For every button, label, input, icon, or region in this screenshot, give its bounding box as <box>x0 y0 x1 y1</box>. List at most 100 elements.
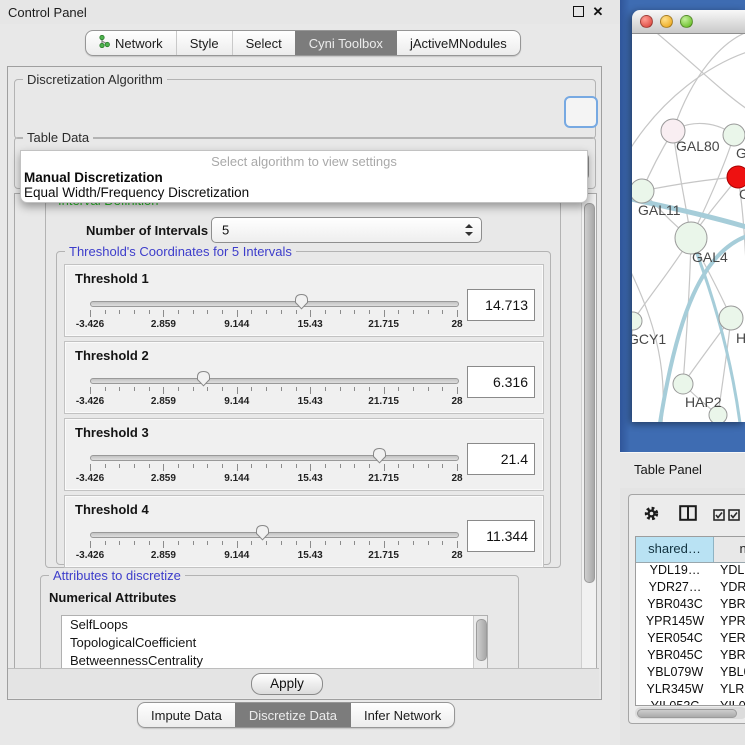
algorithm-combobox[interactable] <box>564 96 598 128</box>
slider-tick <box>134 541 135 545</box>
network-canvas[interactable]: GAL80GGAL11CGAL4GCY1HHAP2 <box>632 34 745 422</box>
slider-tick <box>163 387 164 394</box>
slider-thumb[interactable] <box>372 447 387 464</box>
slider-tick <box>163 541 164 548</box>
table-row[interactable]: YDL19…YDL1 <box>636 563 745 580</box>
slider-tick <box>442 541 443 545</box>
slider-tick <box>193 541 194 545</box>
scrollbar-thumb[interactable] <box>637 709 737 718</box>
float-window-icon[interactable] <box>572 6 584 18</box>
bottom-tab-discretize-data[interactable]: Discretize Data <box>235 703 350 727</box>
split-columns-icon[interactable] <box>679 505 697 526</box>
slider-track[interactable] <box>90 532 459 538</box>
table-header-row: shared… na <box>636 537 745 563</box>
top-tab-style[interactable]: Style <box>176 31 232 55</box>
bottom-tab-impute-data[interactable]: Impute Data <box>138 703 235 727</box>
network-node-green[interactable] <box>719 306 743 330</box>
slider-tick <box>149 464 150 468</box>
numerical-attributes-list[interactable]: SelfLoopsTopologicalCoefficientBetweenne… <box>61 615 488 670</box>
dropdown-option-equal-width-frequency[interactable]: Equal Width/Frequency Discretization <box>24 185 249 200</box>
top-tab-select[interactable]: Select <box>232 31 295 55</box>
slider-thumb[interactable] <box>196 370 211 387</box>
threshold-value-field[interactable]: 6.316 <box>467 366 535 398</box>
threshold-value-field[interactable]: 14.713 <box>467 289 535 321</box>
slider-tick <box>354 464 355 468</box>
slider-tick <box>325 310 326 314</box>
table-horizontal-scrollbar[interactable] <box>635 707 745 719</box>
top-tab-cyni-toolbox[interactable]: Cyni Toolbox <box>295 31 396 55</box>
dropdown-option-manual-discretization[interactable]: Manual Discretization <box>24 170 163 185</box>
checkbox-checked-icon[interactable] <box>713 508 725 526</box>
slider-tick <box>442 310 443 314</box>
tab-label: Discretize Data <box>249 708 337 723</box>
threshold-value-field[interactable]: 11.344 <box>467 520 535 552</box>
slider-track[interactable] <box>90 301 459 307</box>
tab-label: Style <box>190 36 219 51</box>
table-row[interactable]: YBL079WYBL0 <box>636 665 745 682</box>
list-item[interactable]: TopologicalCoefficient <box>62 634 487 652</box>
checkbox-checked-icon[interactable] <box>728 508 740 526</box>
apply-button[interactable]: Apply <box>251 673 323 695</box>
slider-tick <box>163 310 164 317</box>
algorithm-dropdown-popup: Select algorithm to view settings Manual… <box>20 150 588 203</box>
number-of-intervals-combobox[interactable]: 5 <box>211 217 482 243</box>
network-node-green[interactable] <box>632 312 642 330</box>
threshold-value-field[interactable]: 21.4 <box>467 443 535 475</box>
table-row[interactable]: YPR145WYPR1 <box>636 614 745 631</box>
slider-thumb[interactable] <box>294 293 309 310</box>
slider-tick <box>207 464 208 468</box>
network-node-red[interactable] <box>727 166 745 188</box>
network-edge[interactable] <box>673 34 745 131</box>
column-header-shared-name[interactable]: shared… <box>636 537 714 562</box>
gear-icon[interactable] <box>643 505 660 527</box>
cell-name: YIL0 <box>714 699 745 706</box>
slider-tick <box>222 310 223 314</box>
node-attribute-table[interactable]: shared… na YDL19…YDL1YDR27…YDR2YBR043CYB… <box>635 536 745 706</box>
network-window-titlebar[interactable] <box>632 10 745 34</box>
slider-thumb[interactable] <box>255 524 270 541</box>
slider-tick <box>296 387 297 391</box>
slider-tick <box>354 387 355 391</box>
slider-tick <box>237 387 238 394</box>
list-item[interactable]: SelfLoops <box>62 616 487 634</box>
slider-tick <box>398 387 399 391</box>
network-edge[interactable] <box>642 177 738 191</box>
scrollbar-thumb[interactable] <box>476 619 487 661</box>
zoom-traffic-light-icon[interactable] <box>680 15 693 28</box>
table-row[interactable]: YLR345WYLR3 <box>636 682 745 699</box>
slider-tick <box>119 541 120 545</box>
numerical-attributes-label: Numerical Attributes <box>49 590 176 605</box>
bottom-tab-infer-network[interactable]: Infer Network <box>350 703 454 727</box>
settings-scrollbar[interactable] <box>581 194 596 669</box>
close-traffic-light-icon[interactable] <box>640 15 653 28</box>
column-header-name[interactable]: na <box>714 537 745 562</box>
slider-track[interactable] <box>90 455 459 461</box>
network-edge[interactable] <box>652 34 745 109</box>
top-tab-bar: Network Style SelectCyni ToolboxjActiveMNo… <box>85 30 521 56</box>
slider-tick <box>442 464 443 468</box>
table-row[interactable]: YER054CYER0 <box>636 631 745 648</box>
cyni-toolbox-panel: Discretization Algorithm Select algorith… <box>7 66 602 700</box>
node-label: GAL4 <box>692 249 728 265</box>
network-node-green[interactable] <box>673 374 693 394</box>
cell-name: YBL0 <box>714 665 745 682</box>
table-row[interactable]: YIL053CYIL0 <box>636 699 745 706</box>
slider-tick-label: 21.715 <box>368 319 399 330</box>
top-tab-jactivemnodules[interactable]: jActiveMNodules <box>396 31 520 55</box>
minimize-traffic-light-icon[interactable] <box>660 15 673 28</box>
slider-track[interactable] <box>90 378 459 384</box>
list-scrollbar[interactable] <box>473 616 487 669</box>
close-icon[interactable]: ✕ <box>592 6 604 18</box>
table-row[interactable]: YBR043CYBR0 <box>636 597 745 614</box>
node-label: G <box>736 145 745 161</box>
slider-tick <box>163 464 164 471</box>
network-node-green[interactable] <box>632 179 654 203</box>
right-area: GAL80GGAL11CGAL4GCY1HHAP2 Table Panel <box>620 0 745 745</box>
slider-tick <box>384 387 385 394</box>
table-row[interactable]: YBR045CYBR0 <box>636 648 745 665</box>
network-node-green[interactable] <box>723 124 745 146</box>
top-tab-network[interactable]: Network <box>86 31 176 55</box>
slider-tick <box>296 541 297 545</box>
scrollbar-thumb[interactable] <box>584 203 595 583</box>
table-row[interactable]: YDR27…YDR2 <box>636 580 745 597</box>
